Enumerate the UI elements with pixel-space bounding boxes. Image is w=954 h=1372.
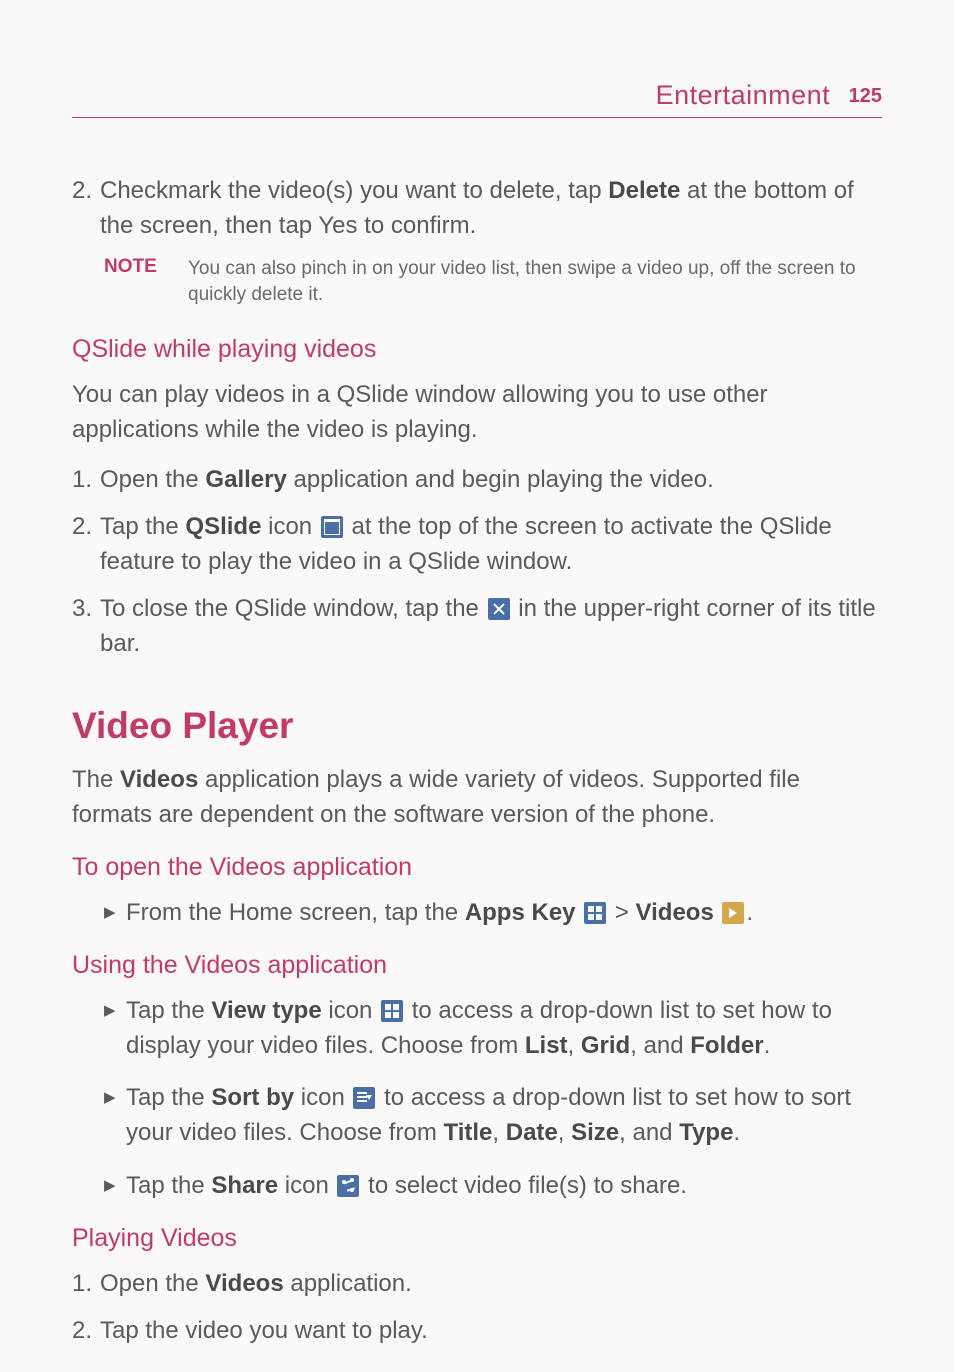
apps-key-icon [584,902,606,924]
playing-step-1: 1. Open the Videos application. [72,1267,882,1302]
share-icon [337,1175,359,1197]
heading-using-videos: Using the Videos application [72,951,882,980]
heading-qslide: QSlide while playing videos [72,335,882,364]
playing-step-2: 2. Tap the video you want to play. [72,1314,882,1349]
note: NOTE You can also pinch in on your video… [104,256,882,309]
qslide-step-1: 1. Open the Gallery application and begi… [72,463,882,498]
qslide-step-3: 3. To close the QSlide window, tap the i… [72,592,882,662]
section-title: Entertainment [656,80,831,110]
note-label: NOTE [104,256,188,309]
page-header: Entertainment 125 [72,80,882,118]
heading-playing-videos: Playing Videos [72,1224,882,1253]
viewtype-bullet: ▶ Tap the View type icon to access a dro… [104,994,882,1064]
heading-open-videos: To open the Videos application [72,853,882,882]
videos-app-icon [722,902,744,924]
open-videos-bullet: ▶ From the Home screen, tap the Apps Key… [104,896,882,931]
step-number: 2. [72,174,100,244]
qslide-icon [321,516,343,538]
page-number: 125 [849,85,882,107]
qslide-step-2: 2. Tap the QSlide icon at the top of the… [72,510,882,580]
note-text: You can also pinch in on your video list… [188,256,882,309]
share-bullet: ▶ Tap the Share icon to select video fil… [104,1169,882,1204]
step-body: Checkmark the video(s) you want to delet… [100,174,882,244]
view-type-icon [381,1000,403,1022]
heading-video-player: Video Player [72,705,882,747]
sort-by-icon [353,1087,375,1109]
video-player-para: The Videos application plays a wide vari… [72,763,882,833]
sortby-bullet: ▶ Tap the Sort by icon to access a drop-… [104,1081,882,1151]
step-2-delete: 2. Checkmark the video(s) you want to de… [72,174,882,244]
qslide-para: You can play videos in a QSlide window a… [72,378,882,448]
close-icon [488,598,510,620]
bullet-icon: ▶ [104,896,126,931]
